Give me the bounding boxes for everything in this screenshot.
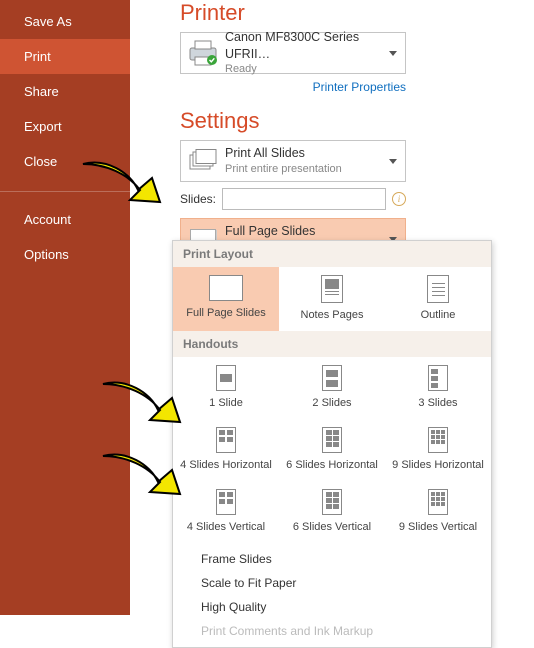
sidebar-item-print[interactable]: Print: [0, 39, 130, 74]
printer-selector[interactable]: Canon MF8300C Series UFRII… Ready: [180, 32, 406, 74]
sidebar-item-save-as[interactable]: Save As: [0, 4, 130, 39]
layout-options-list: Frame Slides Scale to Fit Paper High Qua…: [173, 543, 491, 647]
opt-full-page-slides[interactable]: Full Page Slides: [173, 267, 279, 331]
chevron-down-icon: [389, 159, 397, 164]
opt-scale-to-fit[interactable]: Scale to Fit Paper: [173, 571, 491, 595]
print-range-title: Print All Slides: [225, 145, 405, 162]
sidebar-item-export[interactable]: Export: [0, 109, 130, 144]
group-handouts: Handouts: [173, 331, 491, 357]
opt-6-slides-v[interactable]: 6 Slides Vertical: [279, 481, 385, 543]
opt-4-slides-h[interactable]: 4 Slides Horizontal: [173, 419, 279, 481]
opt-1-slide[interactable]: 1 Slide: [173, 357, 279, 419]
slides-input[interactable]: [222, 188, 386, 210]
printer-name: Canon MF8300C Series UFRII…: [225, 29, 405, 63]
layout-popup: Print Layout Full Page Slides Notes Page…: [172, 240, 492, 648]
opt-2-slides[interactable]: 2 Slides: [279, 357, 385, 419]
opt-6-slides-h[interactable]: 6 Slides Horizontal: [279, 419, 385, 481]
printer-icon: [181, 33, 225, 73]
sidebar-item-account[interactable]: Account: [0, 202, 130, 237]
print-range-sub: Print entire presentation: [225, 162, 405, 177]
sidebar-divider: [0, 191, 130, 192]
opt-frame-slides[interactable]: Frame Slides: [173, 547, 491, 571]
sidebar-item-options[interactable]: Options: [0, 237, 130, 272]
layout-title: Full Page Slides: [225, 223, 405, 240]
info-icon[interactable]: i: [392, 192, 406, 206]
slides-stack-icon: [181, 141, 225, 181]
opt-9-slides-h[interactable]: 9 Slides Horizontal: [385, 419, 491, 481]
slides-label: Slides:: [180, 192, 216, 206]
printer-status: Ready: [225, 62, 405, 77]
opt-4-slides-v[interactable]: 4 Slides Vertical: [173, 481, 279, 543]
opt-high-quality[interactable]: High Quality: [173, 595, 491, 619]
opt-9-slides-v[interactable]: 9 Slides Vertical: [385, 481, 491, 543]
opt-notes-pages[interactable]: Notes Pages: [279, 267, 385, 331]
group-print-layout: Print Layout: [173, 241, 491, 267]
printer-properties-link[interactable]: Printer Properties: [180, 80, 406, 94]
sidebar-item-share[interactable]: Share: [0, 74, 130, 109]
printer-heading: Printer: [180, 0, 522, 26]
print-range-selector[interactable]: Print All Slides Print entire presentati…: [180, 140, 406, 182]
settings-heading: Settings: [180, 108, 522, 134]
sidebar: Save As Print Share Export Close Account…: [0, 0, 130, 615]
opt-outline[interactable]: Outline: [385, 267, 491, 331]
opt-print-comments: Print Comments and Ink Markup: [173, 619, 491, 643]
sidebar-item-close[interactable]: Close: [0, 144, 130, 179]
chevron-down-icon: [389, 51, 397, 56]
opt-3-slides[interactable]: 3 Slides: [385, 357, 491, 419]
